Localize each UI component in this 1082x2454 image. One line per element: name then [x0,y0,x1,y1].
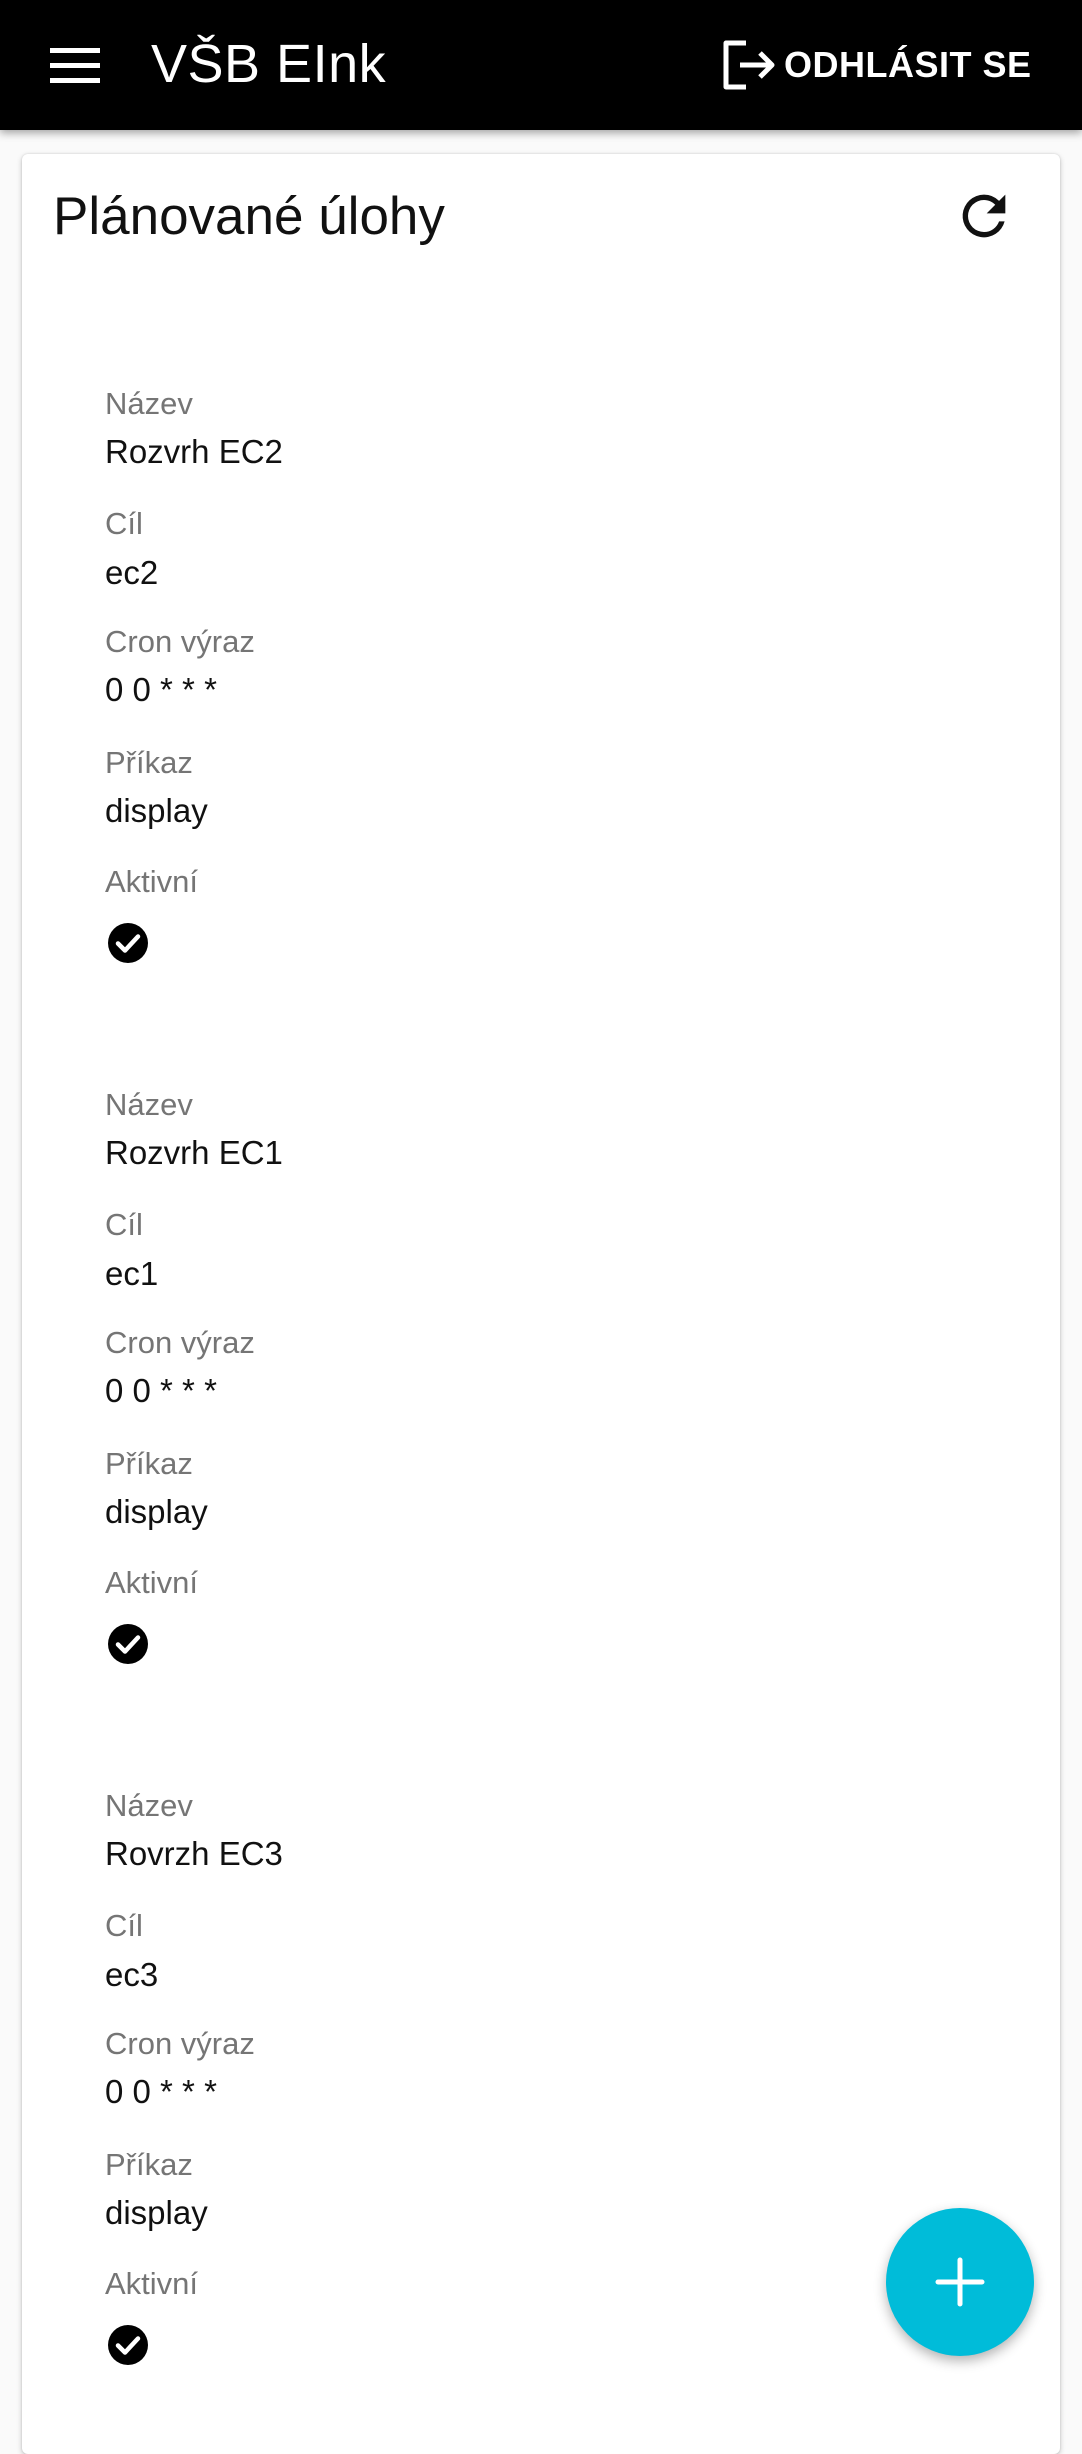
command-value: display [105,2194,208,2231]
check-circle-icon [108,1624,148,1664]
name-label: Název [105,1087,193,1122]
refresh-icon [962,194,1006,238]
command-label: Příkaz [105,2147,193,2182]
target-label: Cíl [105,1908,143,1943]
cron-label: Cron výraz [105,624,255,659]
app-bar: VŠB EInk ODHLÁSIT SE [0,0,1082,130]
cron-label: Cron výraz [105,1325,255,1360]
name-label: Název [105,386,193,421]
active-label: Aktivní [105,2266,199,2301]
target-label: Cíl [105,506,143,541]
logout-button[interactable]: ODHLÁSIT SE [718,34,1031,96]
cron-label: Cron výraz [105,2026,255,2061]
command-label: Příkaz [105,1446,193,1481]
cron-value: 0 0 * * * [105,1372,217,1409]
command-label: Příkaz [105,745,193,780]
app-title: VŠB EInk [151,34,387,94]
target-label: Cíl [105,1207,143,1242]
command-value: display [105,1493,208,1530]
check-circle-icon [108,2325,148,2365]
command-value: display [105,792,208,829]
name-value: Rovrzh EC3 [105,1835,283,1872]
logout-label: ODHLÁSIT SE [784,44,1032,85]
name-value: Rozvrh EC2 [105,433,283,470]
add-icon [935,2257,985,2307]
add-job-button[interactable] [886,2208,1034,2356]
page-title: Plánované úlohy [53,187,445,246]
target-value: ec3 [105,1956,159,1993]
target-value: ec1 [105,1255,159,1292]
name-label: Název [105,1788,193,1823]
check-circle-icon [108,923,148,963]
menu-icon[interactable] [46,40,104,90]
name-value: Rozvrh EC1 [105,1134,283,1171]
target-value: ec2 [105,554,159,591]
cron-value: 0 0 * * * [105,2073,217,2110]
scheduled-jobs-card: Plánované úlohy Název Rozvrh EC2 Cíl ec2… [22,154,1060,2454]
cron-value: 0 0 * * * [105,671,217,708]
active-label: Aktivní [105,864,199,899]
refresh-button[interactable] [952,184,1016,248]
logout-icon [723,40,775,90]
active-label: Aktivní [105,1565,199,1600]
